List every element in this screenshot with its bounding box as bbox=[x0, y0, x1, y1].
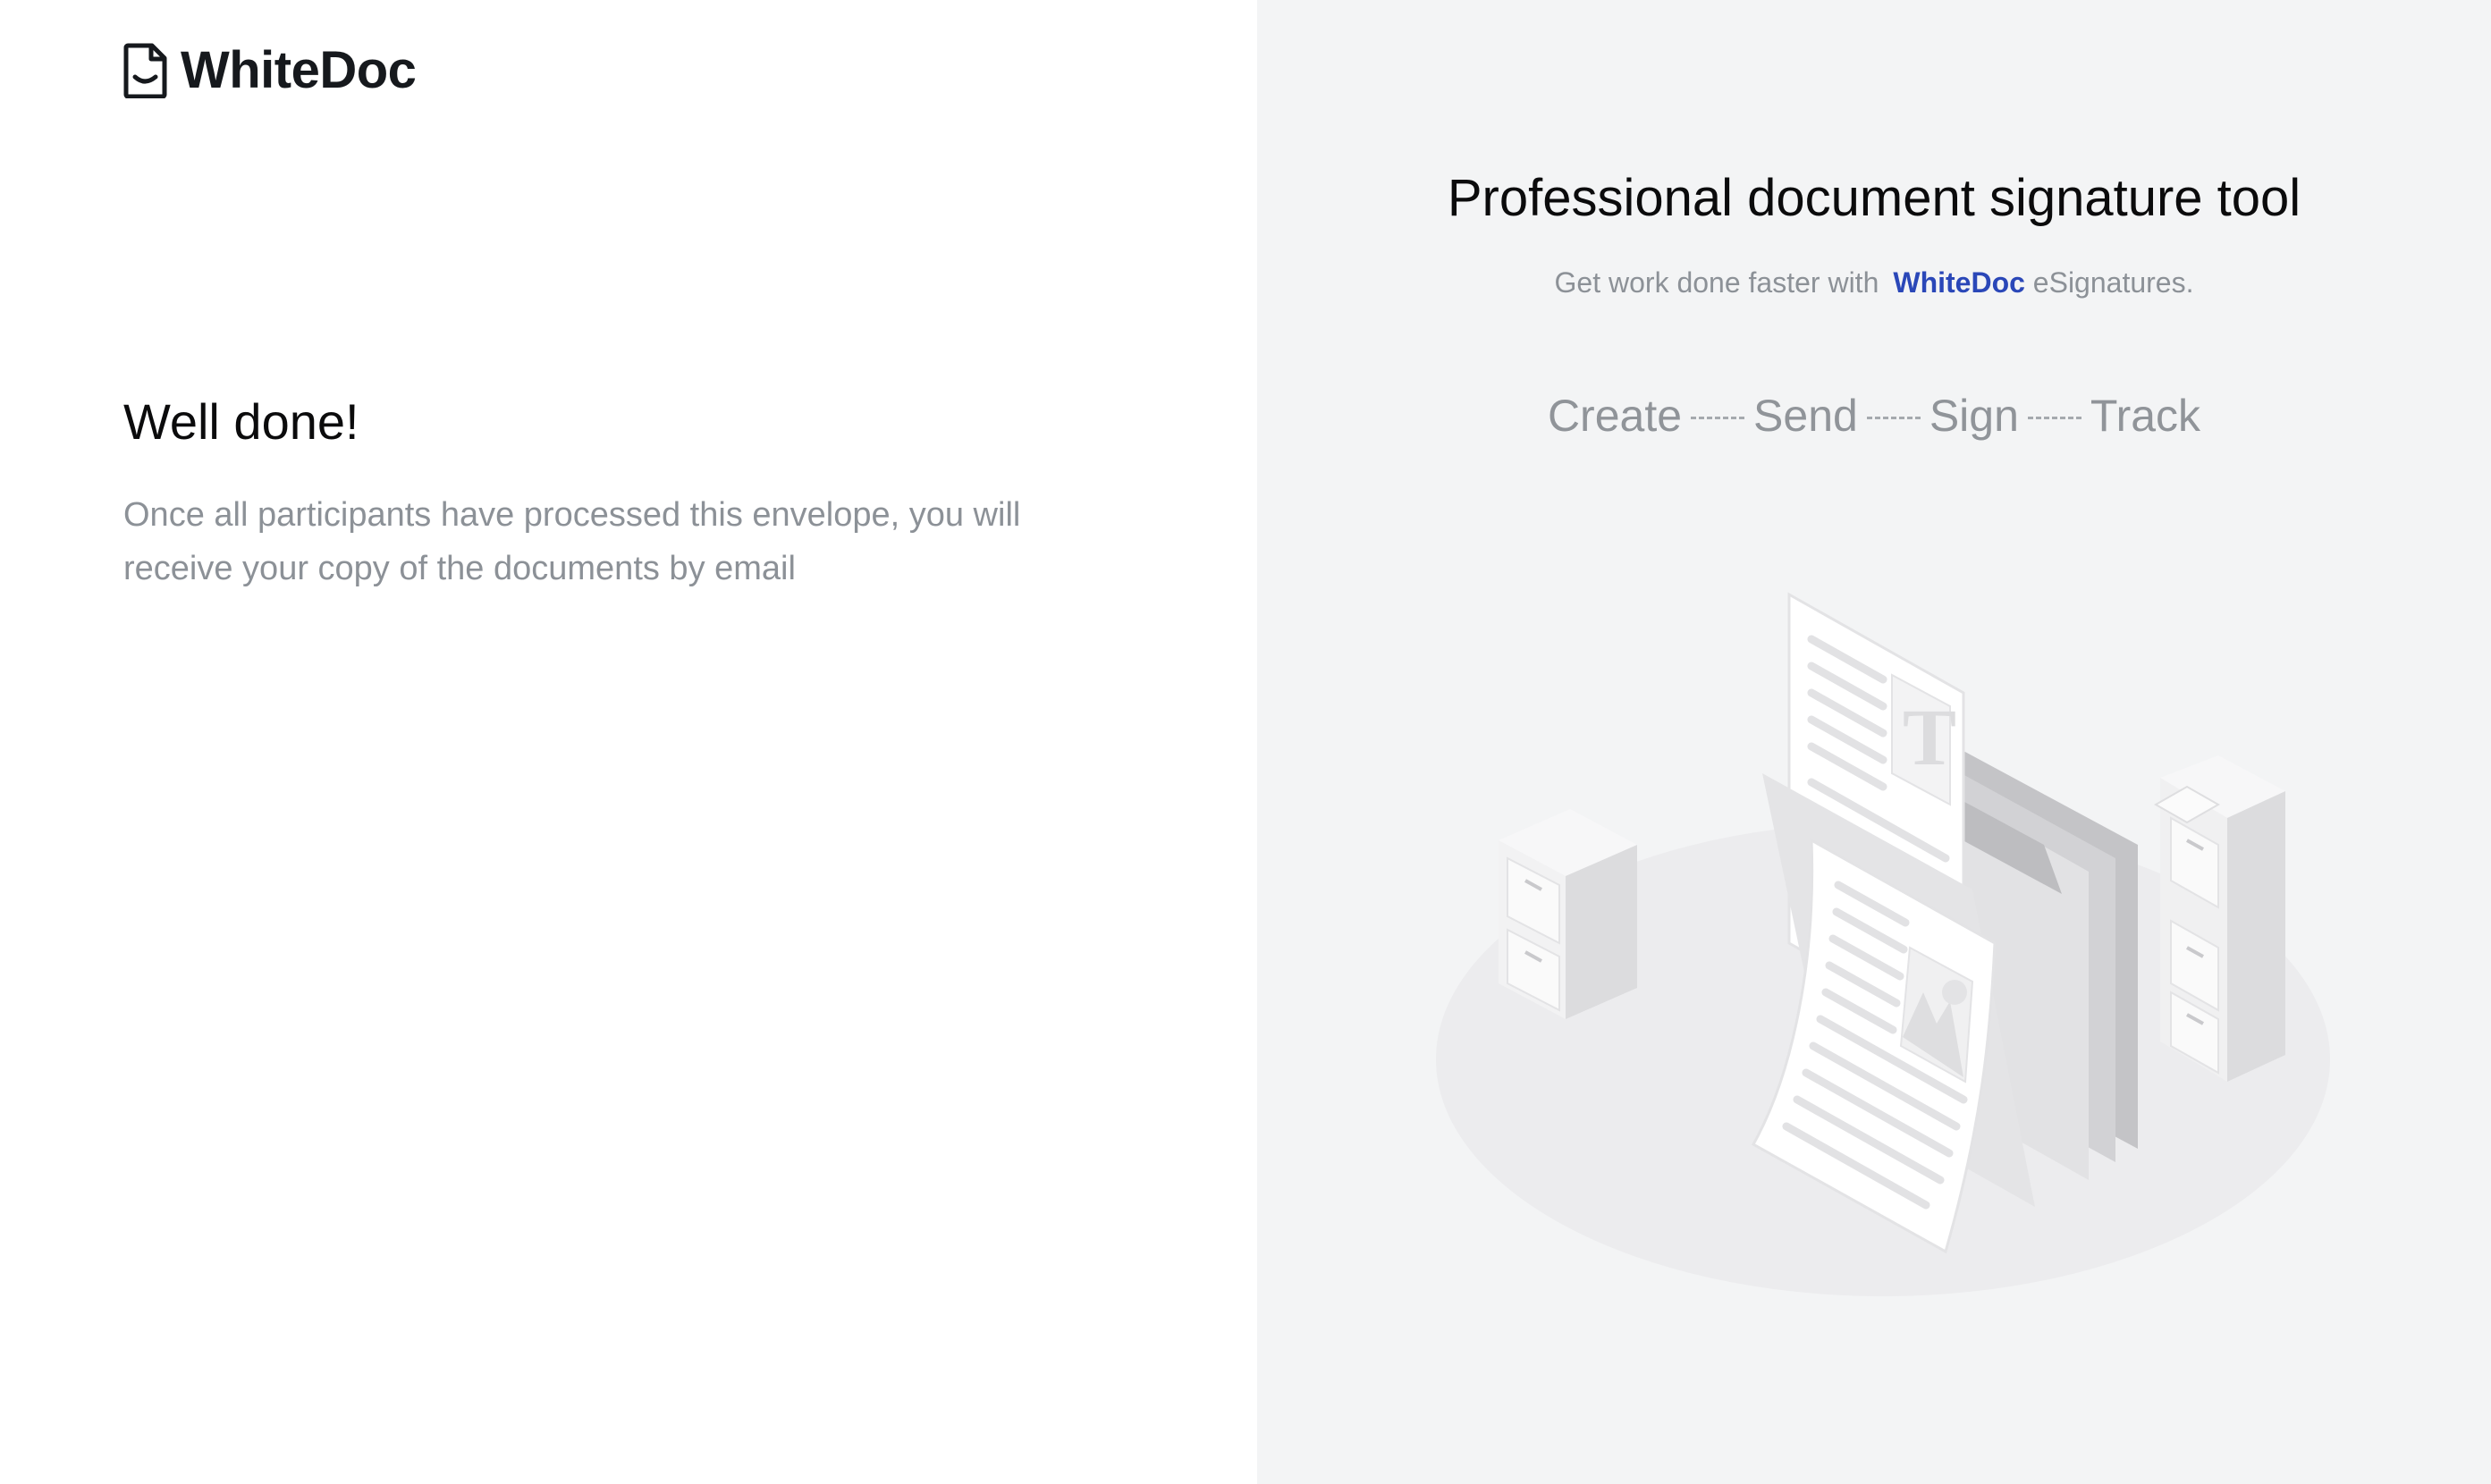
step-track: Track bbox=[2090, 391, 2201, 441]
step-create: Create bbox=[1547, 391, 1683, 441]
isometric-documents-illustration: T bbox=[1436, 572, 2348, 1314]
step-send: Send bbox=[1753, 391, 1858, 441]
left-panel: WhiteDoc Well done! Once all participant… bbox=[0, 0, 1257, 1484]
logo-text: WhiteDoc bbox=[181, 41, 417, 99]
step-sign: Sign bbox=[1929, 391, 2019, 441]
svg-text:T: T bbox=[1903, 694, 1956, 782]
promo-subtitle-prefix: Get work done faster with bbox=[1554, 266, 1879, 299]
step-connector bbox=[2027, 416, 2081, 419]
step-connector bbox=[1691, 416, 1745, 419]
logo[interactable]: WhiteDoc bbox=[123, 41, 417, 99]
step-connector bbox=[1866, 416, 1921, 419]
page: WhiteDoc Well done! Once all participant… bbox=[0, 0, 2491, 1484]
promo-title: Professional document signature tool bbox=[1447, 169, 2301, 227]
document-smile-icon bbox=[123, 43, 168, 98]
success-message: Once all participants have processed thi… bbox=[123, 496, 1021, 587]
promo-subtitle-brand: WhiteDoc bbox=[1893, 266, 2025, 299]
promo-subtitle-suffix: eSignatures. bbox=[2024, 266, 2194, 299]
success-headline: Well done! bbox=[123, 393, 359, 450]
workflow-steps: Create Send Sign Track bbox=[1257, 390, 2491, 442]
promo-subtitle: Get work done faster with WhiteDoc eSigna… bbox=[1257, 266, 2491, 299]
right-panel: Professional document signature tool Get… bbox=[1257, 0, 2491, 1484]
